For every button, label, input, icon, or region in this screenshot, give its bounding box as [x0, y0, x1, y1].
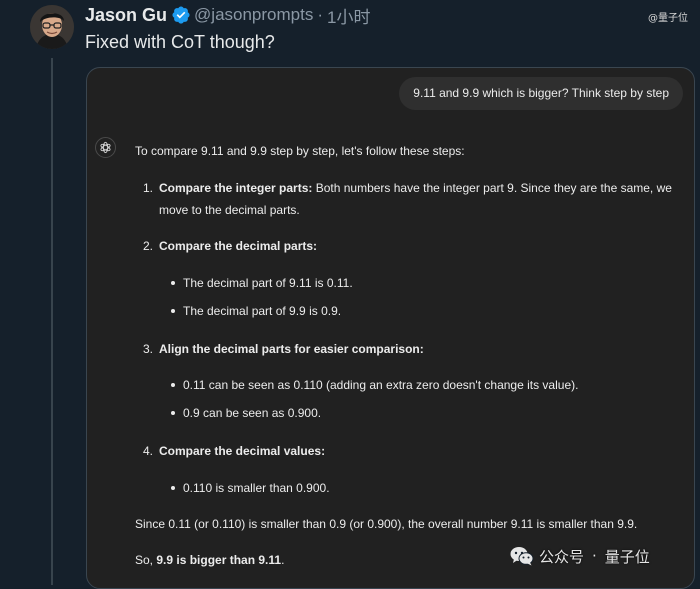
bullet-text: 0.9 can be seen as 0.900.: [183, 406, 322, 420]
bullet-dot: [171, 486, 175, 490]
watermark-account: 公众号: [539, 547, 585, 566]
author-handle[interactable]: @jasonprompts: [194, 5, 313, 25]
bullet-dot: [171, 281, 175, 285]
step-number: 2.: [143, 239, 154, 253]
bullet-dot: [171, 411, 175, 415]
step-title: Compare the decimal values:: [159, 444, 326, 458]
conclusion-bold: 9.9 is bigger than 9.11: [156, 553, 282, 567]
watermark-top: @量子位: [648, 13, 688, 24]
thread-line: [51, 58, 53, 585]
step-title: Compare the decimal parts:: [159, 239, 318, 253]
conclusion-suffix: .: [281, 553, 285, 567]
bullet-dot: [171, 309, 175, 313]
watermark-separator: ·: [592, 547, 597, 565]
verified-badge-icon: [172, 6, 190, 24]
response-intro: To compare 9.11 and 9.9 step by step, le…: [135, 144, 465, 158]
avatar[interactable]: [30, 5, 74, 49]
bullet-text: 0.110 is smaller than 0.900.: [183, 481, 330, 495]
avatar-image: [30, 5, 74, 49]
step-1-line: Compare the integer parts: Both numbers …: [159, 179, 672, 197]
chat-screenshot-card[interactable]: 9.11 and 9.9 which is bigger? Think step…: [86, 67, 695, 589]
watermark-bottom: 公众号 · 量子位: [510, 542, 650, 570]
step-number: 4.: [143, 444, 154, 458]
bullet-text: The decimal part of 9.9 is 0.9.: [183, 304, 342, 318]
step-text: Both numbers have the integer part 9. Si…: [315, 181, 672, 195]
step-title: Compare the integer parts:: [159, 181, 313, 195]
openai-logo-icon: [95, 137, 116, 158]
response-conclusion: So, 9.9 is bigger than 9.11.: [135, 551, 284, 569]
author-name[interactable]: Jason Gu: [85, 5, 167, 26]
bullet-text: 0.11 can be seen as 0.110 (adding an ext…: [183, 378, 579, 392]
step-number: 1.: [143, 181, 154, 195]
step-text-continued: move to the decimal parts.: [159, 203, 300, 217]
bullet-text: The decimal part of 9.11 is 0.11.: [183, 276, 353, 290]
tweet-text: Fixed with CoT though?: [85, 32, 275, 52]
step-number: 3.: [143, 342, 154, 356]
conclusion-prefix: So,: [135, 553, 157, 567]
tweet-timestamp[interactable]: 1小时: [327, 3, 370, 28]
step-title: Align the decimal parts for easier compa…: [159, 342, 424, 356]
response-summary: Since 0.11 (or 0.110) is smaller than 0.…: [135, 517, 638, 531]
tweet-header: Jason Gu @jasonprompts · 1小时: [85, 3, 370, 28]
bullet-dot: [171, 383, 175, 387]
separator-dot: ·: [317, 5, 324, 24]
user-message-bubble: 9.11 and 9.9 which is bigger? Think step…: [399, 77, 683, 110]
watermark-name: 量子位: [604, 547, 650, 566]
wechat-icon: [510, 547, 534, 566]
